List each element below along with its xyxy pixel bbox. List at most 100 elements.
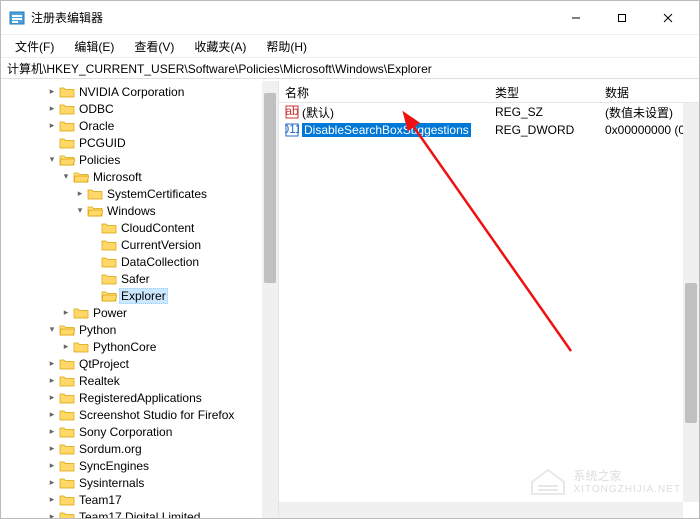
tree-node-safer[interactable]: Safer bbox=[3, 270, 278, 287]
tree-node-screenshot-studio-for-firefox[interactable]: ▸Screenshot Studio for Firefox bbox=[3, 406, 278, 423]
chevron-icon[interactable]: ▾ bbox=[73, 205, 87, 216]
chevron-icon[interactable]: ▸ bbox=[59, 341, 73, 352]
tree-node-currentversion[interactable]: CurrentVersion bbox=[3, 236, 278, 253]
menu-file[interactable]: 文件(F) bbox=[7, 36, 62, 57]
values-pane: 名称 类型 数据 ab(默认)REG_SZ(数值未设置)011DisableSe… bbox=[279, 81, 699, 518]
chevron-icon[interactable]: ▸ bbox=[45, 375, 59, 386]
tree-node-syncengines[interactable]: ▸SyncEngines bbox=[3, 457, 278, 474]
tree-node-policies[interactable]: ▾ Policies bbox=[3, 151, 278, 168]
tree-node-power[interactable]: ▸Power bbox=[3, 304, 278, 321]
tree-node-odbc[interactable]: ▸ ODBC bbox=[3, 100, 278, 117]
tree-node-oracle[interactable]: ▸ Oracle bbox=[3, 117, 278, 134]
value-row[interactable]: 011DisableSearchBoxSuggestionsREG_DWORD0… bbox=[279, 121, 699, 139]
maximize-button[interactable] bbox=[599, 1, 645, 35]
values-scroll-thumb[interactable] bbox=[685, 283, 697, 423]
col-name[interactable]: 名称 bbox=[279, 81, 489, 102]
menubar: 文件(F) 编辑(E) 查看(V) 收藏夹(A) 帮助(H) bbox=[1, 35, 699, 57]
chevron-icon[interactable]: ▸ bbox=[45, 494, 59, 505]
titlebar: 注册表编辑器 bbox=[1, 1, 699, 35]
tree-node-pcguid[interactable]: PCGUID bbox=[3, 134, 278, 151]
values-scrollbar-horizontal[interactable] bbox=[279, 502, 683, 518]
chevron-icon[interactable]: ▾ bbox=[45, 324, 59, 335]
menu-help[interactable]: 帮助(H) bbox=[258, 36, 315, 57]
folder-icon bbox=[101, 272, 117, 286]
chevron-icon[interactable]: ▾ bbox=[45, 154, 59, 165]
chevron-icon[interactable]: ▸ bbox=[45, 460, 59, 471]
tree-node-label: Realtek bbox=[77, 374, 122, 388]
col-type[interactable]: 类型 bbox=[489, 81, 599, 102]
path-bar[interactable]: 计算机\HKEY_CURRENT_USER\Software\Policies\… bbox=[1, 57, 699, 79]
tree-node-label: ODBC bbox=[77, 102, 116, 116]
folder-icon bbox=[101, 255, 117, 269]
tree-node-realtek[interactable]: ▸ Realtek bbox=[3, 372, 278, 389]
chevron-icon[interactable]: ▸ bbox=[45, 511, 59, 518]
tree-node-label: Team17 Digital Limited bbox=[77, 510, 202, 519]
close-button[interactable] bbox=[645, 1, 691, 35]
chevron-icon[interactable]: ▾ bbox=[59, 171, 73, 182]
tree-node-sysinternals[interactable]: ▸Sysinternals bbox=[3, 474, 278, 491]
tree-node-team17[interactable]: ▸ Team17 bbox=[3, 491, 278, 508]
tree-node-pythoncore[interactable]: ▸PythonCore bbox=[3, 338, 278, 355]
svg-text:ab: ab bbox=[285, 105, 299, 118]
tree-node-label: Microsoft bbox=[91, 170, 144, 184]
tree-node-label: Team17 bbox=[77, 493, 124, 507]
folder-icon bbox=[73, 340, 89, 354]
tree-node-label: DataCollection bbox=[119, 255, 201, 269]
folder-icon bbox=[59, 425, 75, 439]
tree-node-label: RegisteredApplications bbox=[77, 391, 204, 405]
value-type: REG_SZ bbox=[489, 104, 599, 120]
svg-text:011: 011 bbox=[285, 123, 299, 136]
chevron-icon[interactable]: ▸ bbox=[59, 307, 73, 318]
menu-favorites[interactable]: 收藏夹(A) bbox=[186, 36, 254, 57]
chevron-icon[interactable]: ▸ bbox=[45, 426, 59, 437]
tree-scroll-thumb[interactable] bbox=[264, 93, 276, 283]
folder-icon bbox=[59, 119, 75, 133]
minimize-button[interactable] bbox=[553, 1, 599, 35]
tree-node-label: Python bbox=[77, 323, 118, 337]
folder-icon bbox=[59, 102, 75, 116]
col-data[interactable]: 数据 bbox=[599, 81, 699, 102]
chevron-icon[interactable]: ▸ bbox=[45, 409, 59, 420]
folder-icon bbox=[59, 493, 75, 507]
reg-dword-icon: 011 bbox=[285, 123, 299, 137]
chevron-icon[interactable]: ▸ bbox=[45, 392, 59, 403]
folder-icon bbox=[87, 204, 103, 218]
tree-node-team17-digital-limited[interactable]: ▸ Team17 Digital Limited bbox=[3, 508, 278, 518]
value-row[interactable]: ab(默认)REG_SZ(数值未设置) bbox=[279, 103, 699, 121]
tree-node-registeredapplications[interactable]: ▸ RegisteredApplications bbox=[3, 389, 278, 406]
values-scrollbar-vertical[interactable] bbox=[683, 103, 699, 502]
tree-node-systemcertificates[interactable]: ▸ SystemCertificates bbox=[3, 185, 278, 202]
tree-node-label: Safer bbox=[119, 272, 152, 286]
tree-node-datacollection[interactable]: DataCollection bbox=[3, 253, 278, 270]
tree-node-cloudcontent[interactable]: CloudContent bbox=[3, 219, 278, 236]
values-header: 名称 类型 数据 bbox=[279, 81, 699, 103]
tree-node-explorer[interactable]: Explorer bbox=[3, 287, 278, 304]
chevron-icon[interactable]: ▸ bbox=[45, 86, 59, 97]
tree-node-label: Policies bbox=[77, 153, 122, 167]
folder-icon bbox=[59, 476, 75, 490]
chevron-icon[interactable]: ▸ bbox=[45, 443, 59, 454]
tree-node-label: PCGUID bbox=[77, 136, 128, 150]
tree-node-label: Oracle bbox=[77, 119, 116, 133]
chevron-icon[interactable]: ▸ bbox=[45, 358, 59, 369]
folder-icon bbox=[101, 221, 117, 235]
menu-edit[interactable]: 编辑(E) bbox=[66, 36, 122, 57]
tree-scrollbar[interactable] bbox=[262, 81, 278, 518]
tree-node-label: SystemCertificates bbox=[105, 187, 209, 201]
menu-view[interactable]: 查看(V) bbox=[126, 36, 182, 57]
folder-icon bbox=[101, 289, 117, 303]
tree-node-windows[interactable]: ▾Windows bbox=[3, 202, 278, 219]
chevron-icon[interactable]: ▸ bbox=[45, 103, 59, 114]
chevron-icon[interactable]: ▸ bbox=[45, 120, 59, 131]
folder-icon bbox=[59, 408, 75, 422]
tree-node-sordum-org[interactable]: ▸ Sordum.org bbox=[3, 440, 278, 457]
tree-node-python[interactable]: ▾ Python bbox=[3, 321, 278, 338]
chevron-icon[interactable]: ▸ bbox=[45, 477, 59, 488]
tree-node-nvidia-corporation[interactable]: ▸NVIDIA Corporation bbox=[3, 83, 278, 100]
tree-node-label: Sordum.org bbox=[77, 442, 144, 456]
tree-node-label: CurrentVersion bbox=[119, 238, 203, 252]
tree-node-sony-corporation[interactable]: ▸Sony Corporation bbox=[3, 423, 278, 440]
tree-node-microsoft[interactable]: ▾ Microsoft bbox=[3, 168, 278, 185]
tree-node-qtproject[interactable]: ▸QtProject bbox=[3, 355, 278, 372]
chevron-icon[interactable]: ▸ bbox=[73, 188, 87, 199]
